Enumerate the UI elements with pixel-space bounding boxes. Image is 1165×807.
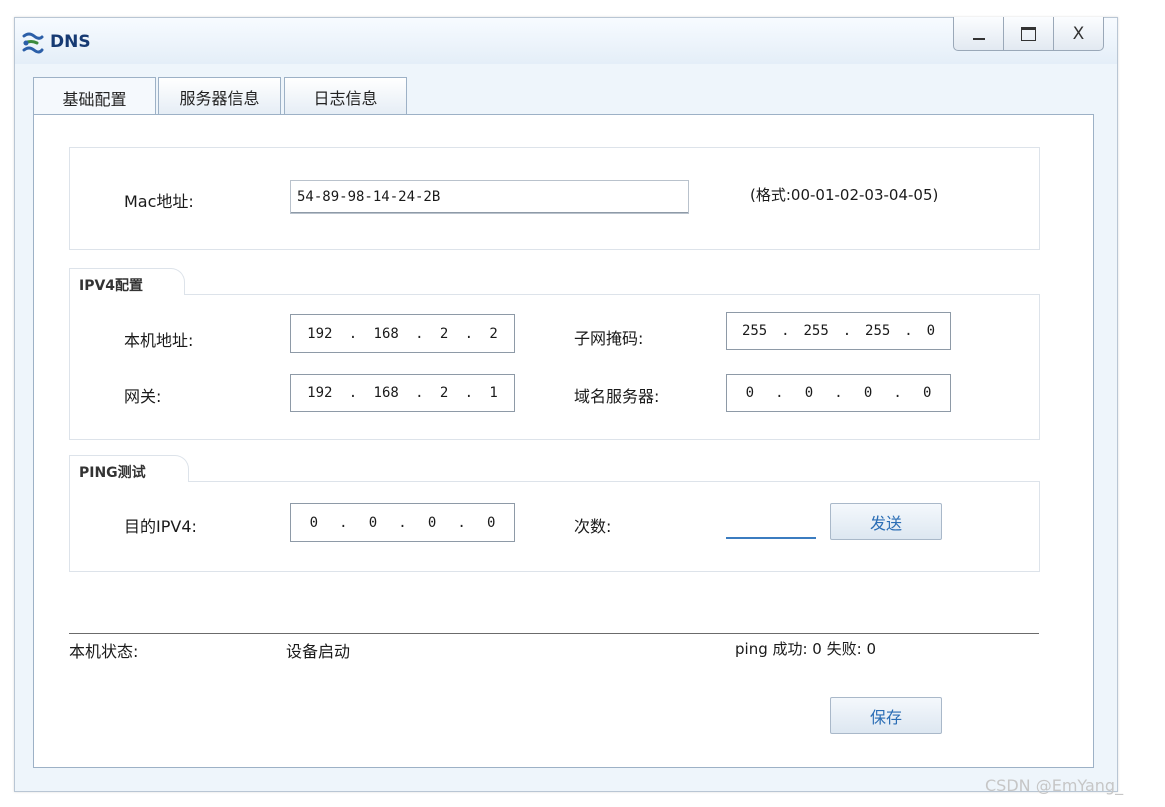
gateway-label: 网关: xyxy=(124,387,162,406)
close-button[interactable]: X xyxy=(1054,17,1103,50)
legend-gap xyxy=(70,480,188,483)
ip-dot: . xyxy=(834,385,843,401)
maximize-icon xyxy=(1021,26,1036,41)
maximize-button[interactable] xyxy=(1004,17,1054,50)
ip-octet: 0 xyxy=(926,323,936,339)
mac-label: Mac地址: xyxy=(124,192,194,211)
ip-octet: 0 xyxy=(804,385,814,401)
watermark: CSDN @EmYang_ xyxy=(985,776,1124,795)
dns-server-input[interactable]: 0. 0. 0. 0 xyxy=(726,374,951,412)
ping-legend: PING测试 xyxy=(69,455,189,483)
window-title: DNS xyxy=(50,32,91,52)
tab-server-info[interactable]: 服务器信息 xyxy=(158,77,281,115)
ip-dot: . xyxy=(464,325,474,342)
status-label: 本机状态: xyxy=(69,642,139,661)
subnet-mask-label: 子网掩码: xyxy=(574,329,644,348)
ip-octet: 255 xyxy=(865,323,891,339)
ip-octet: 192 xyxy=(307,385,333,401)
ping-count-input[interactable] xyxy=(726,503,816,539)
minimize-button[interactable] xyxy=(954,17,1004,50)
ip-dot: . xyxy=(415,385,424,401)
ip-dot: . xyxy=(457,514,466,531)
ipv4-legend: IPV4配置 xyxy=(69,268,185,296)
mac-format-hint: (格式:00-01-02-03-04-05) xyxy=(750,186,939,204)
tab-log-info[interactable]: 日志信息 xyxy=(284,77,407,115)
tab-basic-config[interactable]: 基础配置 xyxy=(33,77,156,117)
ip-dot: . xyxy=(339,514,348,531)
ip-dot: . xyxy=(348,325,358,342)
ip-dot: . xyxy=(775,385,784,401)
ip-dot: . xyxy=(415,325,424,342)
ip-octet: 0 xyxy=(427,514,437,531)
gateway-input[interactable]: 192. 168. 2. 1 xyxy=(290,374,515,412)
send-button[interactable]: 发送 xyxy=(830,503,942,540)
ip-octet: 0 xyxy=(309,514,318,531)
ip-octet: 0 xyxy=(922,385,932,401)
dns-app-icon xyxy=(20,30,46,56)
ip-octet: 2 xyxy=(489,325,498,342)
local-ip-input[interactable]: 192. 168. 2. 2 xyxy=(290,314,515,353)
minimize-icon xyxy=(972,37,985,40)
ping-result: ping 成功: 0 失败: 0 xyxy=(735,640,876,658)
target-ip-label: 目的IPV4: xyxy=(124,517,197,536)
ip-octet: 0 xyxy=(863,385,873,401)
ip-dot: . xyxy=(464,385,474,401)
ip-octet: 0 xyxy=(368,514,378,531)
local-ip-label: 本机地址: xyxy=(124,331,194,350)
status-value: 设备启动 xyxy=(286,642,351,661)
ip-octet: 1 xyxy=(489,385,498,401)
ip-octet: 168 xyxy=(373,325,399,342)
ping-count-label: 次数: xyxy=(574,517,612,536)
status-divider xyxy=(69,633,1039,634)
ip-dot: . xyxy=(904,323,913,339)
close-icon: X xyxy=(1072,23,1085,44)
ip-dot: . xyxy=(781,323,790,339)
ip-octet: 255 xyxy=(741,323,768,339)
ip-octet: 2 xyxy=(439,385,449,401)
ip-dot: . xyxy=(398,514,407,531)
ip-dot: . xyxy=(893,385,902,401)
save-button[interactable]: 保存 xyxy=(830,697,942,734)
mac-input[interactable]: 54-89-98-14-24-2B xyxy=(290,180,689,214)
dns-server-label: 域名服务器: xyxy=(574,387,660,406)
subnet-mask-input[interactable]: 255. 255. 255. 0 xyxy=(726,312,951,350)
ip-octet: 168 xyxy=(373,385,399,401)
ip-octet: 0 xyxy=(745,385,754,401)
target-ip-input[interactable]: 0. 0. 0. 0 xyxy=(290,503,515,542)
ip-octet: 2 xyxy=(439,325,449,342)
ip-octet: 192 xyxy=(307,325,333,342)
title-bar[interactable] xyxy=(15,18,1117,64)
ip-octet: 255 xyxy=(803,323,829,339)
legend-gap xyxy=(70,293,184,296)
ip-octet: 0 xyxy=(486,514,496,531)
ip-dot: . xyxy=(348,385,358,401)
ip-dot: . xyxy=(842,323,852,339)
window-controls: X xyxy=(953,17,1104,51)
